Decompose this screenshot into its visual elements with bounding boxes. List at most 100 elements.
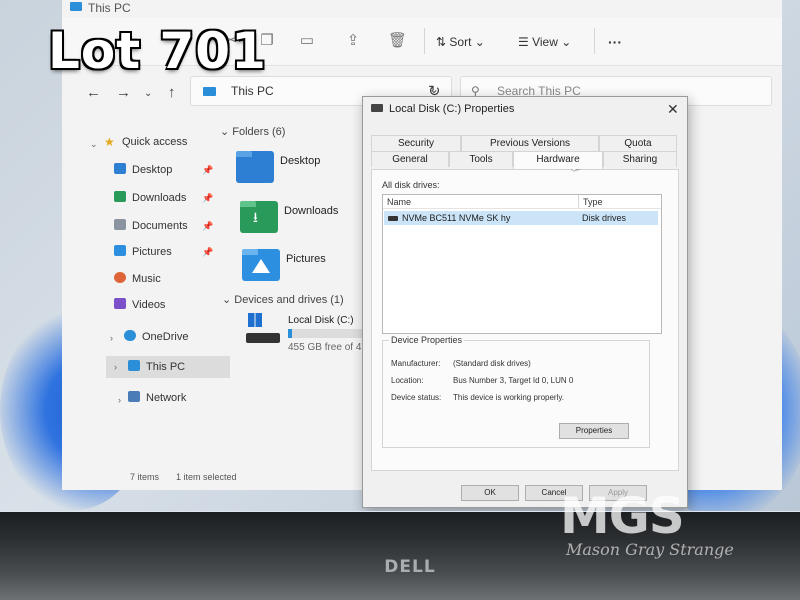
drive-row-name: NVMe BC511 NVMe SK hy — [402, 213, 511, 223]
sidebar-item-label: Documents — [132, 220, 188, 232]
sidebar-item-label: Pictures — [132, 246, 172, 258]
navigation-pane: ⌄ ★ Quick access Desktop 📌 Downloads 📌 Do… — [62, 115, 230, 470]
drive-usage-fill — [288, 329, 292, 338]
folders-group-label: Folders (6) — [232, 126, 286, 138]
all-disk-drives-label: All disk drives: — [382, 180, 440, 190]
pin-icon: 📌 — [202, 193, 214, 203]
tab-sharing[interactable]: Sharing — [603, 151, 677, 167]
music-icon — [114, 272, 126, 283]
column-header-name[interactable]: Name — [383, 195, 579, 209]
mountain-icon — [252, 259, 270, 273]
up-arrow-icon[interactable]: ↑ — [168, 84, 176, 101]
drive-row-type: Disk drives — [582, 213, 627, 223]
expand-chevron-icon[interactable]: › — [114, 356, 117, 378]
more-options-button[interactable]: ··· — [608, 32, 622, 52]
window-title: This PC — [88, 1, 131, 15]
device-status-value: This device is working properly. — [453, 393, 565, 402]
sidebar-item-documents[interactable]: Documents 📌 — [114, 215, 213, 237]
tab-hardware[interactable]: Hardware — [513, 151, 603, 169]
sidebar-item-label: Desktop — [132, 164, 173, 176]
downloads-folder-icon[interactable]: ⭳ — [240, 201, 278, 233]
tab-general[interactable]: General — [371, 151, 449, 167]
sidebar-item-network[interactable]: Network — [128, 387, 186, 409]
expand-chevron-icon[interactable]: ⌄ — [90, 139, 98, 150]
sidebar-item-quick-access[interactable]: ★ Quick access — [104, 131, 187, 153]
local-disk-icon[interactable] — [246, 313, 282, 347]
sidebar-item-onedrive[interactable]: OneDrive — [124, 326, 188, 348]
desktop-folder-icon[interactable] — [236, 151, 274, 183]
column-header-type[interactable]: Type — [579, 195, 661, 209]
documents-icon — [114, 219, 126, 230]
expand-chevron-icon[interactable]: › — [110, 333, 113, 343]
device-properties-heading: Device Properties — [389, 335, 465, 345]
view-button[interactable]: ☰ View ⌄ — [518, 32, 571, 52]
tab-security[interactable]: Security — [371, 135, 461, 151]
address-text: This PC — [231, 84, 274, 98]
this-pc-icon — [203, 87, 216, 96]
pin-icon: 📌 — [202, 221, 214, 231]
sidebar-item-videos[interactable]: Videos — [114, 294, 165, 316]
close-icon[interactable]: ✕ — [667, 101, 679, 118]
sidebar-item-label: Videos — [132, 299, 166, 311]
devices-group-header[interactable]: ⌄ Devices and drives (1) — [222, 293, 344, 306]
sidebar-item-label: Quick access — [122, 136, 188, 148]
back-arrow-icon[interactable]: ← — [86, 84, 101, 101]
sidebar-item-label: OneDrive — [142, 331, 189, 343]
tabs-row-top: Security Previous Versions Quota — [371, 135, 681, 151]
download-arrow-icon: ⭳ — [253, 209, 258, 225]
devices-group-label: Devices and drives (1) — [234, 294, 344, 306]
sidebar-item-desktop[interactable]: Desktop 📌 — [114, 159, 213, 181]
drive-name[interactable]: Local Disk (C:) — [288, 315, 354, 326]
table-row[interactable]: NVMe BC511 NVMe SK hy Disk drives — [384, 211, 658, 225]
drive-icon — [388, 216, 398, 221]
rename-icon[interactable]: ▭ — [298, 32, 316, 50]
view-label: View — [532, 35, 558, 49]
sidebar-item-this-pc[interactable]: › This PC — [106, 356, 230, 378]
sidebar-item-music[interactable]: Music — [114, 268, 161, 290]
tabs-row-bottom: General Tools Hardware Sharing — [371, 151, 681, 169]
this-pc-icon — [70, 2, 82, 11]
cloud-icon — [124, 330, 136, 341]
ok-button[interactable]: OK — [461, 485, 519, 501]
forward-arrow-icon[interactable]: → — [116, 84, 131, 101]
tab-previous-versions[interactable]: Previous Versions — [461, 135, 599, 151]
watermark-logo: MGS — [560, 487, 685, 545]
toolbar-divider — [424, 28, 425, 54]
share-icon[interactable]: ⇪ — [344, 32, 362, 50]
disk-drives-list[interactable]: Name Type NVMe BC511 NVMe SK hy Disk dri… — [382, 194, 662, 334]
folder-name-pictures[interactable]: Pictures — [286, 253, 326, 265]
properties-button[interactable]: Properties — [559, 423, 629, 439]
tab-quota[interactable]: Quota — [599, 135, 677, 151]
hardware-tab-panel: All disk drives: Name Type NVMe BC511 NV… — [371, 169, 679, 471]
pin-icon: 📌 — [202, 165, 214, 175]
folder-name-desktop[interactable]: Desktop — [280, 155, 320, 167]
sidebar-item-pictures[interactable]: Pictures 📌 — [114, 241, 213, 263]
pictures-icon — [114, 245, 126, 256]
recent-locations-chevron-icon[interactable]: ⌄ — [144, 88, 152, 99]
tab-tools[interactable]: Tools — [449, 151, 513, 167]
sort-button[interactable]: ⇅ Sort ⌄ — [436, 32, 485, 52]
lot-number-label: Lot 701 — [48, 22, 267, 80]
manufacturer-label: Manufacturer: — [391, 359, 441, 368]
explorer-titlebar: This PC — [62, 0, 782, 16]
manufacturer-value: (Standard disk drives) — [453, 359, 531, 368]
drive-free-space: 455 GB free of 47 — [288, 342, 367, 353]
device-status-label: Device status: — [391, 393, 442, 402]
location-label: Location: — [391, 376, 424, 385]
pictures-folder-icon[interactable] — [242, 249, 280, 281]
desktop-icon — [114, 163, 126, 174]
location-value: Bus Number 3, Target Id 0, LUN 0 — [453, 376, 574, 385]
delete-icon[interactable]: 🗑 — [388, 32, 407, 50]
sidebar-item-downloads[interactable]: Downloads 📌 — [114, 187, 213, 209]
videos-icon — [114, 298, 126, 309]
expand-chevron-icon[interactable]: › — [118, 395, 121, 405]
folder-name-downloads[interactable]: Downloads — [284, 205, 338, 217]
sort-label: Sort — [449, 35, 472, 49]
laptop-brand-logo: DELL — [384, 557, 436, 577]
sidebar-item-label: Downloads — [132, 192, 187, 204]
item-count: 7 items — [130, 472, 160, 482]
device-properties-group: Device Properties Manufacturer: (Standar… — [382, 335, 650, 448]
this-pc-icon — [128, 360, 140, 371]
folders-group-header[interactable]: ⌄ Folders (6) — [220, 125, 285, 138]
dialog-title-text: Local Disk (C:) Properties — [389, 103, 515, 115]
